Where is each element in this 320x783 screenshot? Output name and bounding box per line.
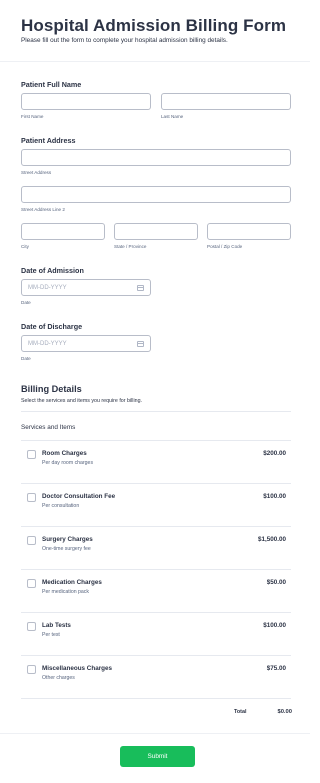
service-item-checkbox[interactable] — [27, 450, 36, 459]
street-address-sublabel: Street Address — [21, 170, 52, 175]
discharge-date-sublabel: Date — [21, 356, 31, 361]
city-sublabel: City — [21, 244, 29, 249]
discharge-date-label: Date of Discharge — [21, 322, 83, 331]
admission-date-sublabel: Date — [21, 300, 31, 305]
service-item-description: One-time surgery fee — [42, 546, 91, 552]
service-item-checkbox[interactable] — [27, 493, 36, 502]
last-name-sublabel: Last Name — [161, 114, 184, 119]
service-item-checkbox[interactable] — [27, 622, 36, 631]
service-item-name: Lab Tests — [42, 622, 71, 629]
patient-address-label: Patient Address — [21, 136, 76, 145]
billing-description: Select the services and items you requir… — [21, 398, 143, 404]
calendar-icon[interactable] — [137, 341, 144, 347]
item-divider — [21, 483, 291, 484]
postal-code-sublabel: Postal / Zip Code — [207, 244, 243, 249]
service-item-checkbox[interactable] — [27, 579, 36, 588]
city-input[interactable] — [21, 223, 105, 240]
total-value: $0.00 — [277, 709, 292, 715]
discharge-date-placeholder: MM-DD-YYYY — [28, 340, 67, 347]
service-item-price: $100.00 — [263, 622, 286, 629]
last-name-input[interactable] — [161, 93, 291, 110]
total-label: Total — [234, 709, 247, 715]
service-item-description: Per test — [42, 632, 60, 638]
service-item-name: Miscellaneous Charges — [42, 665, 112, 672]
billing-title: Billing Details — [21, 384, 82, 394]
service-item-name: Doctor Consultation Fee — [42, 493, 116, 500]
services-label: Services and Items — [21, 424, 76, 431]
service-item-description: Per consultation — [42, 503, 80, 509]
admission-date-input[interactable]: MM-DD-YYYY — [21, 279, 151, 296]
service-item-price: $50.00 — [266, 579, 286, 586]
service-item-name: Medication Charges — [42, 579, 102, 586]
billing-divider — [21, 411, 291, 412]
form-subtitle: Please fill out the form to complete you… — [21, 37, 228, 44]
service-item-price: $1,500.00 — [257, 536, 286, 543]
service-item-description: Per medication pack — [42, 589, 89, 595]
service-item-description: Other charges — [42, 675, 75, 681]
state-input[interactable] — [114, 223, 198, 240]
item-divider — [21, 612, 291, 613]
service-item-checkbox[interactable] — [27, 665, 36, 674]
service-item-price: $100.00 — [263, 493, 286, 500]
service-item-description: Per day room charges — [42, 460, 94, 466]
admission-date-label: Date of Admission — [21, 266, 84, 275]
form-title: Hospital Admission Billing Form — [21, 16, 287, 35]
submit-button[interactable]: Submit — [120, 746, 195, 767]
footer-divider — [0, 733, 310, 734]
street-address-line2-sublabel: Street Address Line 2 — [21, 207, 65, 212]
first-name-sublabel: First Name — [21, 114, 44, 119]
item-divider — [21, 526, 291, 527]
service-item-price: $200.00 — [263, 450, 286, 457]
service-item-name: Surgery Charges — [42, 536, 93, 543]
form-header: Hospital Admission Billing Form Please f… — [0, 0, 310, 62]
patient-name-label: Patient Full Name — [21, 80, 82, 89]
calendar-icon[interactable] — [137, 285, 144, 291]
service-item-name: Room Charges — [42, 450, 87, 457]
service-item-checkbox[interactable] — [27, 536, 36, 545]
item-divider — [21, 655, 291, 656]
street-address-input[interactable] — [21, 149, 291, 166]
first-name-input[interactable] — [21, 93, 151, 110]
admission-date-placeholder: MM-DD-YYYY — [28, 284, 67, 291]
state-sublabel: State / Province — [114, 244, 147, 249]
discharge-date-input[interactable]: MM-DD-YYYY — [21, 335, 151, 352]
item-divider — [21, 569, 291, 570]
postal-code-input[interactable] — [207, 223, 291, 240]
total-divider — [21, 698, 291, 699]
services-divider — [21, 440, 291, 441]
street-address-line2-input[interactable] — [21, 186, 291, 203]
service-item-price: $75.00 — [266, 665, 286, 672]
